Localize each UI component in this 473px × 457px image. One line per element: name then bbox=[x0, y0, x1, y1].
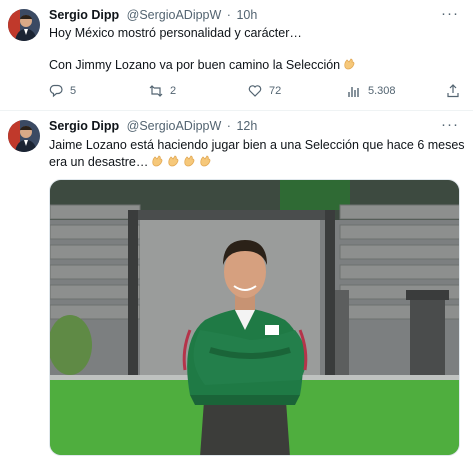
clapping-hands-emoji-icon bbox=[182, 154, 196, 168]
timestamp[interactable]: 10h bbox=[236, 8, 257, 22]
tweet-text-line: era un desastre… bbox=[49, 154, 212, 171]
tweet-text-line: Jaime Lozano está haciendo jugar bien a … bbox=[49, 138, 465, 152]
author-name[interactable]: Sergio Dipp bbox=[49, 119, 119, 133]
tweet[interactable]: Sergio Dipp @SergioADippW · 10h ··· Hoy … bbox=[0, 0, 473, 110]
author-handle[interactable]: @SergioADippW bbox=[127, 119, 222, 133]
reply-button[interactable]: 5 bbox=[49, 82, 76, 100]
reply-count: 5 bbox=[70, 85, 77, 97]
photo-coach-green-jacket bbox=[50, 180, 459, 455]
views-icon bbox=[348, 87, 359, 97]
clapping-hands-emoji-icon bbox=[166, 154, 180, 168]
share-button[interactable] bbox=[446, 82, 467, 100]
separator-dot: · bbox=[226, 8, 231, 22]
views-count: 5.308 bbox=[368, 85, 396, 97]
tweet-photo[interactable] bbox=[49, 179, 460, 456]
tweet-text: era un desastre… bbox=[49, 155, 149, 169]
timestamp[interactable]: 12h bbox=[236, 119, 257, 133]
separator-dot: · bbox=[226, 119, 231, 133]
author-name[interactable]: Sergio Dipp bbox=[49, 8, 119, 22]
author-handle[interactable]: @SergioADippW bbox=[127, 8, 222, 22]
tweet[interactable]: Sergio Dipp @SergioADippW · 12h ··· Jaim… bbox=[0, 111, 473, 457]
retweet-count: 2 bbox=[170, 85, 177, 97]
heart-icon bbox=[248, 85, 262, 97]
more-dots-icon[interactable]: ··· bbox=[441, 5, 459, 22]
clapping-hands-emoji-icon bbox=[150, 154, 164, 168]
tweet-text: Con Jimmy Lozano va por buen camino la S… bbox=[49, 58, 341, 72]
retweet-icon bbox=[149, 85, 163, 97]
reply-icon bbox=[49, 84, 63, 98]
tweet-text-line: Hoy México mostró personalidad y carácte… bbox=[49, 26, 302, 40]
tweet-header: Sergio Dipp @SergioADippW · 10h bbox=[49, 8, 257, 22]
tweet-header: Sergio Dipp @SergioADippW · 12h bbox=[49, 119, 257, 133]
avatar[interactable] bbox=[8, 120, 40, 152]
views-button[interactable]: 5.308 bbox=[347, 82, 396, 100]
retweet-button[interactable]: 2 bbox=[149, 82, 176, 100]
tweet-text-line: Con Jimmy Lozano va por buen camino la S… bbox=[49, 57, 356, 74]
clapping-hands-emoji-icon bbox=[342, 57, 356, 71]
clapping-hands-emoji-icon bbox=[198, 154, 212, 168]
like-count: 72 bbox=[269, 85, 282, 97]
tweet-actions: 5 2 72 5.308 bbox=[49, 82, 464, 100]
like-button[interactable]: 72 bbox=[248, 82, 281, 100]
share-icon bbox=[447, 84, 459, 98]
more-dots-icon[interactable]: ··· bbox=[441, 116, 459, 133]
avatar[interactable] bbox=[8, 9, 40, 41]
